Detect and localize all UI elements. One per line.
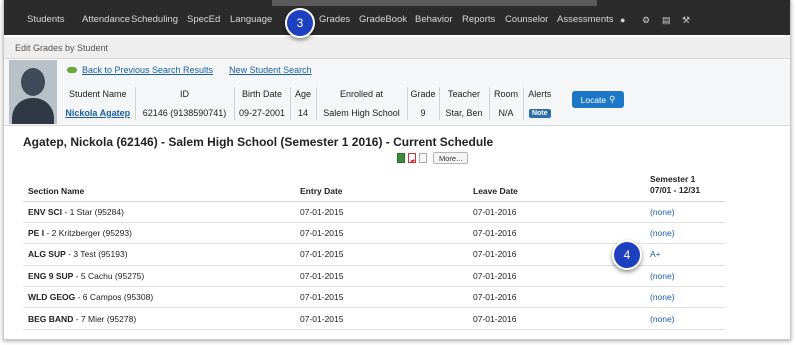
header-student-name: Student Name — [68, 89, 127, 99]
note-alert-badge[interactable]: Note — [528, 109, 551, 118]
nav-item-gradebook[interactable]: GradeBook — [359, 14, 407, 25]
chat-icon[interactable]: ● — [620, 15, 625, 25]
col-section-name: Section Name — [23, 172, 295, 202]
top-navigation: Students Attendance Scheduling SpecEd La… — [4, 0, 790, 35]
header-id: ID — [134, 87, 234, 105]
locate-button-label: Locate — [580, 94, 607, 105]
document-export-icon[interactable] — [419, 153, 427, 163]
header-age: Age — [289, 87, 316, 105]
section-code: ENG 9 SUP — [28, 270, 74, 281]
student-birth-date: 09-27-2001 — [233, 105, 290, 120]
nav-item-grades[interactable]: Grades — [319, 14, 350, 25]
section-code: WLD GEOG — [28, 292, 76, 303]
grade-link[interactable]: (none) — [650, 207, 675, 217]
page-title: Edit Grades by Student — [15, 43, 109, 53]
entry-date: 07-01-2015 — [295, 286, 468, 309]
entry-date: 07-01-2015 — [295, 201, 468, 223]
header-enrolled-at: Enrolled at — [315, 87, 407, 105]
excel-export-icon[interactable] — [397, 153, 405, 163]
header-room: Room — [488, 87, 523, 105]
student-school: Salem High School — [315, 105, 407, 120]
schedule-title: Agatep, Nickola (62146) - Salem High Sch… — [23, 135, 494, 149]
leave-date: 07-01-2016 — [468, 201, 645, 223]
student-age: 14 — [289, 105, 316, 120]
nav-item-reports[interactable]: Reports — [462, 14, 495, 25]
col-entry-date: Entry Date — [295, 172, 468, 202]
header-grade: Grade — [406, 87, 439, 105]
search-icon: ⚲ — [609, 94, 616, 104]
grade-link[interactable]: (none) — [650, 314, 675, 324]
header-alerts: Alerts — [522, 87, 556, 105]
grade-link[interactable]: A+ — [650, 249, 661, 259]
app-window: Students Attendance Scheduling SpecEd La… — [3, 0, 791, 340]
table-row: ENV SCI - 1 Star (95284) 07-01-2015 07-0… — [23, 201, 725, 223]
nav-item-scheduling[interactable]: Scheduling — [131, 14, 178, 25]
locate-button[interactable]: Locate ⚲ — [572, 91, 624, 108]
entry-date: 07-01-2015 — [295, 307, 468, 330]
leave-date: 07-01-2016 — [468, 286, 645, 309]
header-teacher: Teacher — [438, 87, 489, 105]
section-code: ALG SUP — [28, 249, 66, 260]
leave-date: 07-01-2016 — [468, 222, 645, 245]
entry-date: 07-01-2015 — [295, 243, 468, 266]
col-leave-date: Leave Date — [468, 172, 645, 202]
search-links: Back to Previous Search Results New Stud… — [67, 65, 312, 75]
section-code: ENV SCI — [28, 206, 63, 217]
student-photo — [9, 60, 57, 124]
section-code: PE I — [28, 228, 45, 239]
section-detail: - 2 Kritzberger (95293) — [44, 228, 132, 239]
section-detail: - 5 Cachu (95275) — [73, 270, 145, 281]
more-button[interactable]: More... — [433, 152, 469, 164]
nav-item-behavior[interactable]: Behavior — [415, 14, 453, 25]
wrench-icon[interactable]: ⚒ — [682, 15, 690, 26]
entry-date: 07-01-2015 — [295, 265, 468, 288]
table-row: BEG BAND - 7 Mier (95278) 07-01-2015 07-… — [23, 307, 725, 330]
leave-date: 07-01-2016 — [468, 307, 645, 330]
student-info-table: Student Name ID Birth Date Age Enrolled … — [61, 87, 556, 120]
student-grade: 9 — [406, 105, 439, 120]
nav-item-students[interactable]: Students — [27, 14, 65, 25]
student-teacher: Star, Ben — [438, 105, 489, 120]
table-row: WLD GEOG - 6 Campos (95308) 07-01-2015 0… — [23, 286, 725, 309]
nav-item-counselor[interactable]: Counselor — [505, 14, 548, 25]
pdf-export-icon[interactable] — [408, 153, 416, 163]
section-detail: - 7 Mier (95278) — [73, 313, 137, 324]
grade-link[interactable]: (none) — [650, 292, 675, 302]
col-semester-1: Semester 1 07/01 - 12/31 — [645, 172, 725, 202]
section-code: BEG BAND — [28, 313, 74, 324]
student-panel: Back to Previous Search Results New Stud… — [4, 60, 790, 126]
header-birth-date: Birth Date — [233, 87, 290, 105]
section-detail: - 1 Star (95284) — [62, 206, 124, 217]
student-room: N/A — [488, 105, 523, 120]
leave-date: 07-01-2016 — [468, 265, 645, 288]
new-student-search-link[interactable]: New Student Search — [229, 65, 312, 75]
export-tools: More... — [397, 152, 469, 164]
grade-link[interactable]: (none) — [650, 271, 675, 281]
back-to-results-link[interactable]: Back to Previous Search Results — [82, 65, 213, 75]
student-name-link[interactable]: Nickola Agatep — [65, 108, 130, 118]
student-id: 62146 (9138590741) — [134, 105, 234, 120]
grade-link[interactable]: (none) — [650, 228, 675, 238]
nav-item-attendance[interactable]: Attendance — [82, 14, 130, 25]
callout-3: 3 — [285, 8, 315, 38]
page-header-bar: Edit Grades by Student — [4, 37, 790, 59]
nav-item-language[interactable]: Language — [230, 14, 272, 25]
callout-4: 4 — [612, 240, 642, 270]
section-detail: - 3 Test (95193) — [65, 249, 128, 260]
nav-item-assessments[interactable]: Assessments — [557, 14, 614, 25]
gear-icon[interactable]: ⚙ — [642, 15, 650, 26]
back-arrow-icon — [67, 66, 78, 74]
nav-item-speced[interactable]: SpecEd — [187, 14, 220, 25]
entry-date: 07-01-2015 — [295, 222, 468, 245]
nav-top-strip — [272, 0, 597, 6]
inbox-icon[interactable]: ▤ — [662, 15, 671, 26]
section-detail: - 6 Campos (95308) — [75, 292, 154, 303]
